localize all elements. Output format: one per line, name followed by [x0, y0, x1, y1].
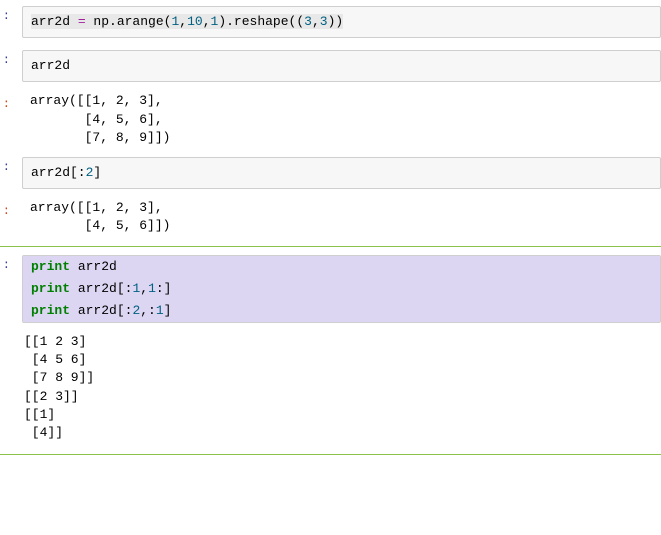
cell-content: array([[1, 2, 3], [4, 5, 6], [7, 8, 9]]): [12, 90, 661, 149]
cell-row: : print arr2dprint arr2d[:1,1:]print arr2…: [0, 249, 661, 330]
cell-row: : arr2d = np.arange(1,10,1).reshape((3,3)…: [0, 0, 661, 44]
cell-content: print arr2dprint arr2d[:1,1:]print arr2d…: [12, 251, 661, 328]
code-input[interactable]: print arr2dprint arr2d[:1,1:]print arr2d…: [22, 255, 661, 324]
cell-content: arr2d: [12, 46, 661, 86]
code-input[interactable]: arr2d: [22, 50, 661, 82]
code-input[interactable]: arr2d = np.arange(1,10,1).reshape((3,3)): [22, 6, 661, 38]
input-prompt: :: [0, 2, 12, 25]
output-prompt: :: [0, 197, 12, 220]
output-prompt: [0, 331, 12, 337]
code-line: print arr2d[:1,1:]: [23, 278, 660, 300]
cell-content: arr2d = np.arange(1,10,1).reshape((3,3)): [12, 2, 661, 42]
cell-divider: [0, 246, 661, 247]
output-text: array([[1, 2, 3], [4, 5, 6], [7, 8, 9]]): [22, 90, 661, 149]
cell-row: : arr2d: [0, 44, 661, 88]
code-line: print arr2d: [23, 256, 660, 278]
cell-row: : array([[1, 2, 3], [4, 5, 6], [7, 8, 9]]…: [0, 88, 661, 151]
input-prompt: :: [0, 46, 12, 69]
code-input[interactable]: arr2d[:2]: [22, 157, 661, 189]
cell-row: [[1 2 3] [4 5 6] [7 8 9]] [[2 3]] [[1] […: [0, 329, 661, 446]
cell-divider: [0, 454, 661, 455]
cell-content: [[1 2 3] [4 5 6] [7 8 9]] [[2 3]] [[1] […: [12, 331, 661, 444]
cell-content: array([[1, 2, 3], [4, 5, 6]]): [12, 197, 661, 237]
input-prompt: :: [0, 251, 12, 274]
input-prompt: :: [0, 153, 12, 176]
output-text: [[1 2 3] [4 5 6] [7 8 9]] [[2 3]] [[1] […: [22, 331, 661, 444]
code-line: print arr2d[:2,:1]: [23, 300, 660, 322]
cell-content: arr2d[:2]: [12, 153, 661, 193]
output-text: array([[1, 2, 3], [4, 5, 6]]): [22, 197, 661, 237]
cell-row: : array([[1, 2, 3], [4, 5, 6]]): [0, 195, 661, 239]
notebook-root: : arr2d = np.arange(1,10,1).reshape((3,3)…: [0, 0, 661, 455]
cell-row: : arr2d[:2]: [0, 151, 661, 195]
output-prompt: :: [0, 90, 12, 113]
